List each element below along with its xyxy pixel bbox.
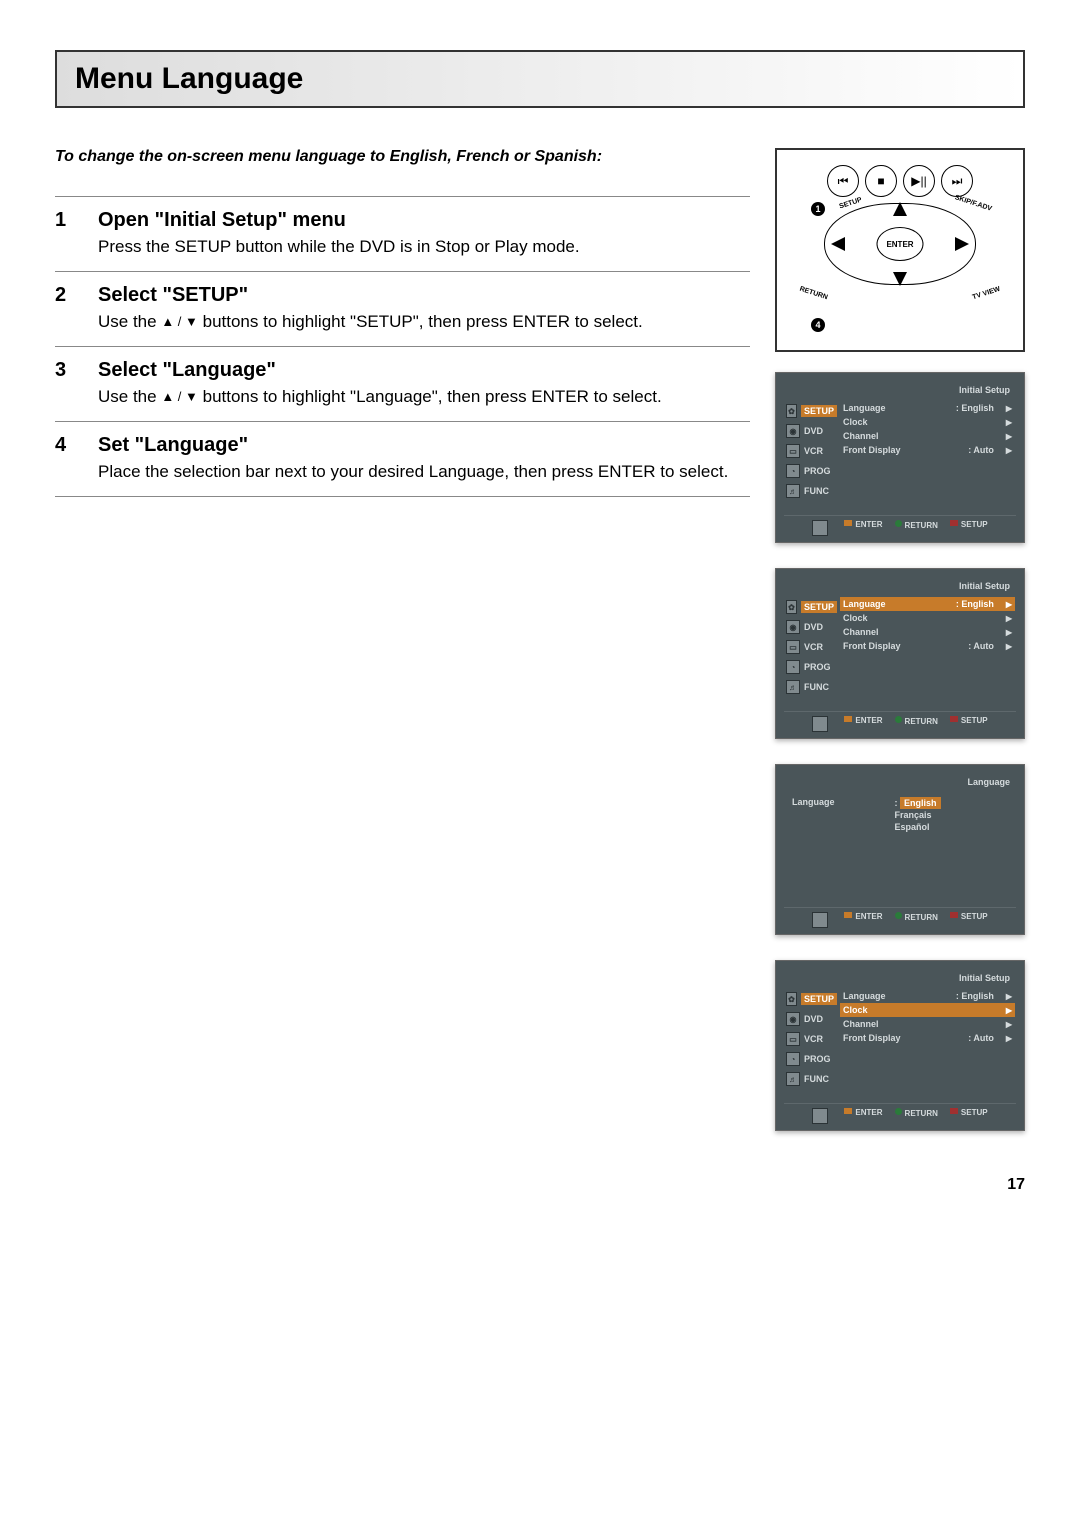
osd-screen-4: Initial Setup ✿SETUP ◉DVD ▭VCR ◔PROG ♬FU… (775, 960, 1025, 1131)
osd-sidebar: ✿SETUP ◉DVD ▭VCR ◔PROG ♬FUNC (784, 989, 839, 1099)
func-icon: ♬ (786, 484, 800, 498)
osd-sidebar: ✿SETUP ◉DVD ▭VCR ◔PROG ♬FUNC (784, 597, 839, 707)
clock-icon: ◔ (786, 660, 800, 674)
page-title: Menu Language (75, 62, 1005, 96)
highlighted-row: Clock▶ (840, 1003, 1015, 1017)
marker-1: 1 (811, 202, 825, 216)
gear-icon: ✿ (786, 600, 797, 614)
osd-screen-3: Language Language : English Français Esp… (775, 764, 1025, 935)
osd-header: Initial Setup (784, 381, 1016, 401)
diagrams-column: ⏮ ■ ▶|| ⏭ 1 SETUP SKIP/F.ADV ENTER RETUR… (775, 148, 1025, 1156)
osd-main: Language: English▶ Clock▶ Channel▶ Front… (839, 597, 1016, 707)
enter-button: ENTER (877, 227, 924, 261)
osd-main: Language : English Français Español (784, 793, 1016, 903)
osd-footer: ENTER RETURN SETUP (784, 515, 1016, 536)
marker-4: 4 (811, 318, 825, 332)
step-title: Set "Language" (98, 434, 728, 457)
chevron-right-icon: ▶ (1006, 446, 1012, 455)
left-arrow-icon (831, 237, 845, 251)
gear-icon: ✿ (786, 992, 797, 1006)
dvd-icon: ◉ (786, 620, 800, 634)
chevron-right-icon: ▶ (1006, 404, 1012, 413)
nav-icon (812, 520, 828, 536)
vcr-icon: ▭ (786, 1032, 800, 1046)
nav-icon (812, 1108, 828, 1124)
step-title: Select "Language" (98, 359, 662, 382)
func-icon: ♬ (786, 1072, 800, 1086)
dvd-icon: ◉ (786, 1012, 800, 1026)
chevron-right-icon: ▶ (1006, 1006, 1012, 1015)
step-number: 4 (55, 434, 80, 484)
lang-option-selected: English (900, 797, 941, 809)
osd-header: Initial Setup (784, 577, 1016, 597)
step-body: Place the selection bar next to your des… (98, 461, 728, 484)
chevron-right-icon: ▶ (1006, 432, 1012, 441)
chevron-right-icon: ▶ (1006, 1020, 1012, 1029)
chevron-right-icon: ▶ (1006, 642, 1012, 651)
right-arrow-icon (955, 237, 969, 251)
chevron-right-icon: ▶ (1006, 614, 1012, 623)
up-down-arrow-icon: ▲ / ▼ (161, 313, 198, 331)
vcr-icon: ▭ (786, 640, 800, 654)
remote-diagram: ⏮ ■ ▶|| ⏭ 1 SETUP SKIP/F.ADV ENTER RETUR… (775, 148, 1025, 352)
step-number: 2 (55, 284, 80, 334)
lang-option: Español (895, 821, 941, 833)
step-title: Select "SETUP" (98, 284, 643, 307)
step-3: 3 Select "Language" Use the ▲ / ▼ button… (55, 347, 750, 421)
skip-label: SKIP/F.ADV (954, 194, 993, 213)
step-number: 1 (55, 209, 80, 259)
vcr-icon: ▭ (786, 444, 800, 458)
step-2: 2 Select "SETUP" Use the ▲ / ▼ buttons t… (55, 272, 750, 346)
nav-icon (812, 912, 828, 928)
highlighted-row: Language: English▶ (840, 597, 1015, 611)
osd-main: Language: English▶ Clock▶ Channel▶ Front… (839, 989, 1016, 1099)
nav-icon (812, 716, 828, 732)
gear-icon: ✿ (786, 404, 797, 418)
step-body: Press the SETUP button while the DVD is … (98, 236, 580, 259)
chevron-right-icon: ▶ (1006, 628, 1012, 637)
nav-ring: ENTER (824, 203, 976, 285)
next-track-icon: ⏭ (941, 165, 973, 197)
func-icon: ♬ (786, 680, 800, 694)
play-pause-icon: ▶|| (903, 165, 935, 197)
step-title: Open "Initial Setup" menu (98, 209, 580, 232)
instructions-column: To change the on-screen menu language to… (55, 148, 750, 1156)
up-down-arrow-icon: ▲ / ▼ (161, 388, 198, 406)
tvview-label: TV VIEW (972, 286, 1002, 302)
step-4: 4 Set "Language" Place the selection bar… (55, 422, 750, 496)
chevron-right-icon: ▶ (1006, 992, 1012, 1001)
osd-screen-1: Initial Setup ✿SETUP ◉DVD ▭VCR ◔PROG ♬FU… (775, 372, 1025, 543)
osd-main: Language: English▶ Clock▶ Channel▶ Front… (839, 401, 1016, 511)
osd-footer: ENTER RETURN SETUP (784, 711, 1016, 732)
osd-header: Language (784, 773, 1016, 793)
up-arrow-icon (893, 202, 907, 216)
clock-icon: ◔ (786, 464, 800, 478)
step-1: 1 Open "Initial Setup" menu Press the SE… (55, 197, 750, 271)
chevron-right-icon: ▶ (1006, 600, 1012, 609)
page-number: 17 (55, 1176, 1025, 1194)
osd-footer: ENTER RETURN SETUP (784, 907, 1016, 928)
down-arrow-icon (893, 272, 907, 286)
intro-text: To change the on-screen menu language to… (55, 148, 750, 166)
lang-option: Français (895, 809, 941, 821)
osd-sidebar: ✿SETUP ◉DVD ▭VCR ◔PROG ♬FUNC (784, 401, 839, 511)
step-body: Use the ▲ / ▼ buttons to highlight "Lang… (98, 386, 662, 409)
prev-track-icon: ⏮ (827, 165, 859, 197)
stop-icon: ■ (865, 165, 897, 197)
return-label: RETURN (799, 286, 829, 302)
clock-icon: ◔ (786, 1052, 800, 1066)
chevron-right-icon: ▶ (1006, 418, 1012, 427)
step-number: 3 (55, 359, 80, 409)
dvd-icon: ◉ (786, 424, 800, 438)
osd-footer: ENTER RETURN SETUP (784, 1103, 1016, 1124)
osd-screen-2: Initial Setup ✿SETUP ◉DVD ▭VCR ◔PROG ♬FU… (775, 568, 1025, 739)
step-body: Use the ▲ / ▼ buttons to highlight "SETU… (98, 311, 643, 334)
page-title-box: Menu Language (55, 50, 1025, 108)
chevron-right-icon: ▶ (1006, 1034, 1012, 1043)
divider (55, 496, 750, 497)
osd-header: Initial Setup (784, 969, 1016, 989)
